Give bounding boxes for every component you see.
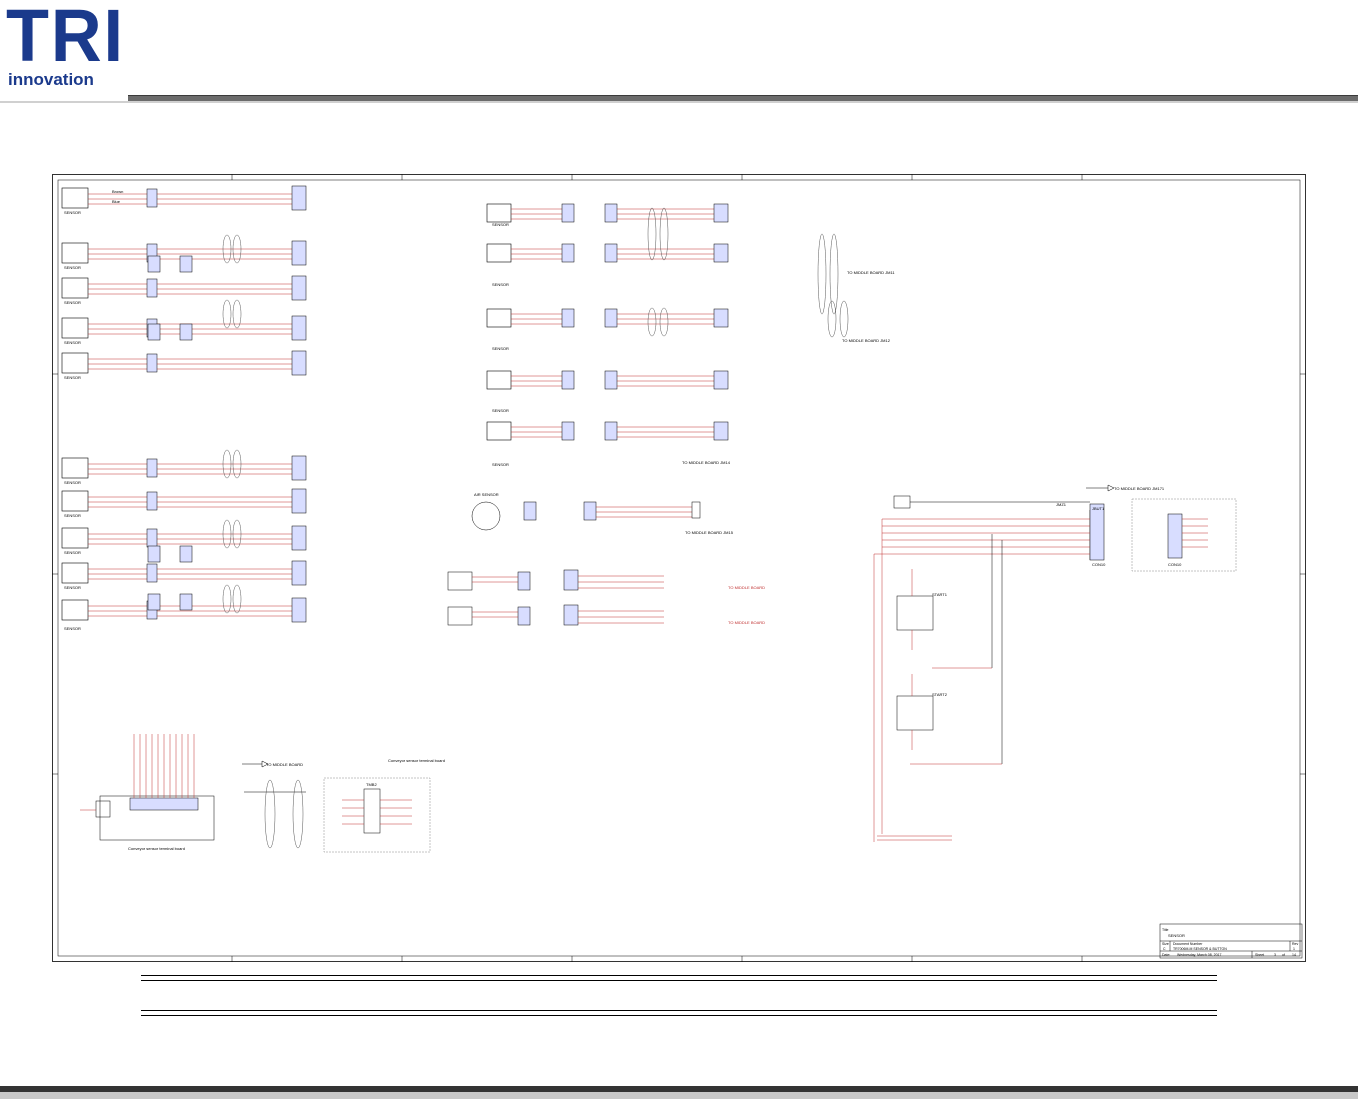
sensor-label: SENSOR [64,375,81,380]
air-sensor-label: AIR SENSOR [474,492,499,497]
to-middle-board-label: TO MIDDLE BOARD [266,762,303,767]
center-lower-rows [447,569,664,626]
start1-label: START1 [932,592,948,597]
rev-value: 1 [1293,947,1295,951]
air-sensor [471,501,701,531]
to-middle-board-label: TO MIDDLE BOARD [728,585,765,590]
wire-label-blue: Blue [112,199,121,204]
center-labels: SENSOR SENSOR SENSOR SENSOR SENSOR TO MI… [474,222,895,535]
conveyor-terminal-board [80,734,431,853]
title-value: SENSOR [1168,933,1185,938]
jmz-label: JMZ1 [1056,502,1067,507]
sensor-label: SENSOR [64,340,81,345]
wire-label-brown: Brown [112,189,123,194]
start2-label: START2 [932,692,948,697]
left-sensor-rows [61,185,307,623]
sensor-label: SENSOR [64,585,81,590]
schematic-sheet: SENSOR SENSOR SENSOR SENSOR SENSOR SENSO… [52,174,1306,962]
date-value: Wednesday, March 08, 2017 [1177,953,1221,957]
to-middle-board-jm171-label: TO MIDDLE BOARD JM171 [1114,486,1165,491]
sensor-label: SENSOR [64,480,81,485]
to-middle-board-jm11-label: TO MIDDLE BOARD JM11 [847,270,895,275]
sensor-label: SENSOR [492,346,509,351]
doc-label: Document Number [1173,942,1203,946]
header-divider-shadow [0,101,1358,103]
title-label: Title [1162,928,1169,932]
sensor-label: SENSOR [64,210,81,215]
logo-sub-text: innovation [8,70,94,89]
to-middle-board-jm14-label: TO MIDDLE BOARD JM14 [682,460,731,465]
button-section [873,484,1237,842]
to-middle-board-jm15-label: TO MIDDLE BOARD JM15 [685,530,734,535]
center-sensor-rows [486,203,849,441]
to-middle-board-label: TO MIDDLE BOARD [728,620,765,625]
sensor-label: SENSOR [64,300,81,305]
schematic-drawing: SENSOR SENSOR SENSOR SENSOR SENSOR SENSO… [52,174,1306,962]
of-value: 14 [1292,953,1296,957]
sensor-label: SENSOR [492,282,509,287]
footer-divider-shadow [0,1092,1358,1099]
logo-main-text: TRI [6,0,125,77]
sheet-label: Sheet [1255,953,1264,957]
sensor-label: SENSOR [64,513,81,518]
of-label: of [1282,953,1285,957]
sensor-label: SENSOR [492,408,509,413]
size-value: C [1163,947,1166,951]
left-sensor-labels: SENSOR SENSOR SENSOR SENSOR SENSOR SENSO… [64,189,123,631]
sensor-label: SENSOR [492,462,509,467]
connector-right-label: CON10 [1168,562,1182,567]
size-label: Size [1162,942,1169,946]
sensor-label: SENSOR [64,550,81,555]
connector-left-label: CON10 [1092,562,1106,567]
conveyor-terminal-board-label-2: Conveyor sensor terminal board [388,758,445,763]
footer-rule-bottom [141,1010,1217,1016]
doc-value: TR7006M-M SENSOR & BUTTON [1173,947,1227,951]
sensor-label: SENSOR [64,265,81,270]
to-middle-board-jm12-label: TO MIDDLE BOARD JM12 [842,338,891,343]
tri-innovation-logo: TRI innovation [6,0,126,92]
rev-label: Rev [1292,942,1298,946]
footer-rule-top [141,975,1217,981]
date-label: Date: [1162,953,1170,957]
jbut1-label: JBUT1 [1092,506,1105,511]
tmb2-label: TMB2 [366,782,377,787]
conveyor-terminal-board-label: Conveyor sensor terminal board [128,846,185,851]
sensor-label: SENSOR [64,626,81,631]
sensor-label: SENSOR [492,222,509,227]
sheet-value: 3 [1274,953,1276,957]
